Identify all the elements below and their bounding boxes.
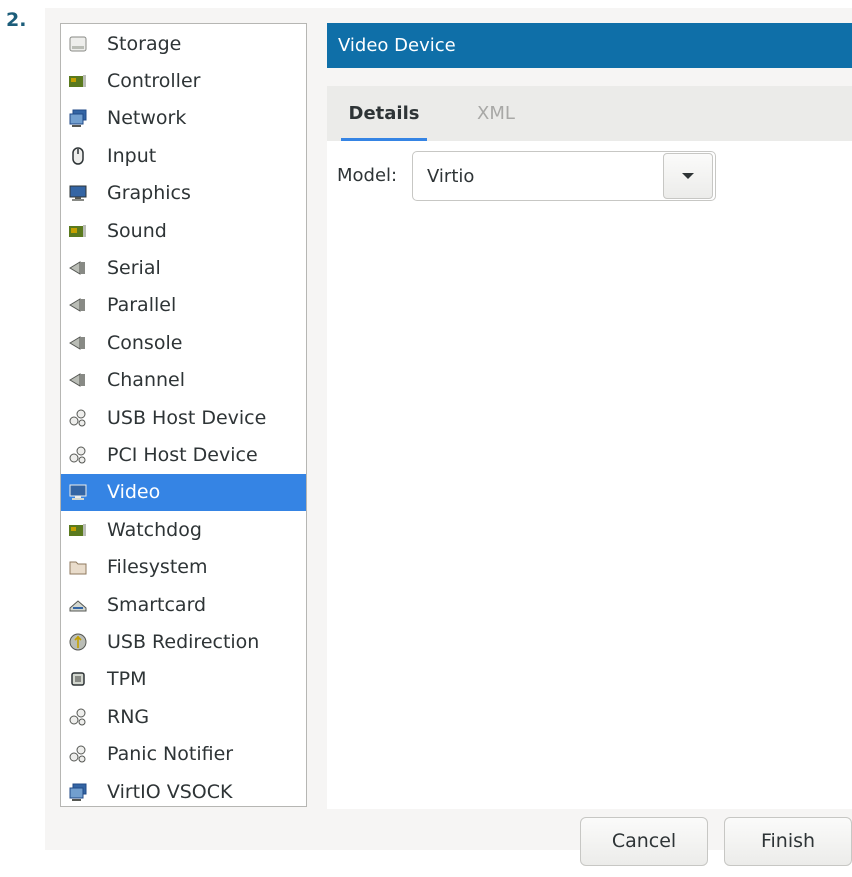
model-combobox[interactable]: Virtio <box>412 151 716 201</box>
device-header-title: Video Device <box>338 35 456 56</box>
parallel-port-icon <box>67 294 89 316</box>
sidebar-item-label: Storage <box>107 32 182 55</box>
sidebar-item-label: Smartcard <box>107 593 207 616</box>
sidebar-item-network[interactable]: Network <box>61 100 306 137</box>
sidebar-item-filesystem[interactable]: Filesystem <box>61 548 306 585</box>
smartcard-icon <box>67 594 89 616</box>
sidebar-item-label: Video <box>107 481 161 504</box>
sidebar-item-watchdog[interactable]: Watchdog <box>61 511 306 548</box>
vsock-icon <box>67 781 89 803</box>
sidebar-item-label: Parallel <box>107 294 177 317</box>
sidebar-item-label: TPM <box>107 668 147 691</box>
sidebar-item-label: USB Redirection <box>107 630 260 653</box>
model-dropdown-button[interactable] <box>663 153 713 199</box>
monitor-icon <box>67 182 89 204</box>
sidebar-item-label: Watchdog <box>107 518 202 541</box>
sidebar-item-label: Graphics <box>107 182 191 205</box>
sidebar-item-label: RNG <box>107 705 150 728</box>
usb-host-icon <box>67 407 89 429</box>
sidebar-item-virtio-vsock[interactable]: VirtIO VSOCK <box>61 773 306 810</box>
sidebar-item-pci-host-device[interactable]: PCI Host Device <box>61 436 306 473</box>
folder-icon <box>67 556 89 578</box>
tab-bar: Details XML <box>327 86 852 141</box>
sidebar-item-label: Input <box>107 144 157 167</box>
panic-notifier-icon <box>67 743 89 765</box>
sidebar-item-label: Sound <box>107 219 167 242</box>
sidebar-item-channel[interactable]: Channel <box>61 362 306 399</box>
network-icon <box>67 107 89 129</box>
sidebar-item-label: Channel <box>107 369 186 392</box>
sidebar-item-storage[interactable]: Storage <box>61 25 306 62</box>
sound-card-icon <box>67 220 89 242</box>
serial-port-icon <box>67 257 89 279</box>
sidebar-item-label: Panic Notifier <box>107 743 234 766</box>
sidebar-item-usb-host-device[interactable]: USB Host Device <box>61 399 306 436</box>
controller-icon <box>67 70 89 92</box>
step-number: 2. <box>6 9 27 31</box>
details-panel <box>327 141 852 809</box>
chevron-down-icon <box>682 173 694 179</box>
video-icon <box>67 481 89 503</box>
sidebar-item-panic-notifier[interactable]: Panic Notifier <box>61 735 306 772</box>
finish-button[interactable]: Finish <box>724 817 852 866</box>
storage-icon <box>67 33 89 55</box>
device-type-list[interactable]: Storage Controller Network Input Graphics Sou… <box>60 23 307 807</box>
model-value: Virtio <box>427 165 475 187</box>
device-header: Video Device <box>327 23 852 68</box>
sidebar-item-label: Network <box>107 107 187 130</box>
model-label: Model: <box>337 165 398 186</box>
sidebar-item-graphics[interactable]: Graphics <box>61 175 306 212</box>
sidebar-item-input[interactable]: Input <box>61 137 306 174</box>
sidebar-item-serial[interactable]: Serial <box>61 249 306 286</box>
pci-host-icon <box>67 444 89 466</box>
sidebar-item-smartcard[interactable]: Smartcard <box>61 586 306 623</box>
channel-icon <box>67 369 89 391</box>
sidebar-item-label: PCI Host Device <box>107 443 258 466</box>
sidebar-item-controller[interactable]: Controller <box>61 62 306 99</box>
sidebar-item-label: USB Host Device <box>107 406 267 429</box>
sidebar-item-label: Filesystem <box>107 556 208 579</box>
sidebar-item-sound[interactable]: Sound <box>61 212 306 249</box>
sidebar-item-label: Serial <box>107 257 161 280</box>
sidebar-item-label: Console <box>107 331 183 354</box>
tab-details[interactable]: Details <box>341 86 427 141</box>
sidebar-item-console[interactable]: Console <box>61 324 306 361</box>
mouse-icon <box>67 145 89 167</box>
usb-redirection-icon <box>67 631 89 653</box>
sidebar-item-label: Controller <box>107 70 201 93</box>
sidebar-item-rng[interactable]: RNG <box>61 698 306 735</box>
sidebar-item-label: VirtIO VSOCK <box>107 780 233 803</box>
rng-icon <box>67 706 89 728</box>
sidebar-item-video[interactable]: Video <box>61 473 306 512</box>
sidebar-item-usb-redirection[interactable]: USB Redirection <box>61 623 306 660</box>
chip-icon <box>67 668 89 690</box>
tab-xml[interactable]: XML <box>477 86 515 141</box>
watchdog-icon <box>67 519 89 541</box>
console-icon <box>67 332 89 354</box>
sidebar-item-parallel[interactable]: Parallel <box>61 287 306 324</box>
sidebar-item-tpm[interactable]: TPM <box>61 661 306 698</box>
cancel-button[interactable]: Cancel <box>580 817 708 866</box>
